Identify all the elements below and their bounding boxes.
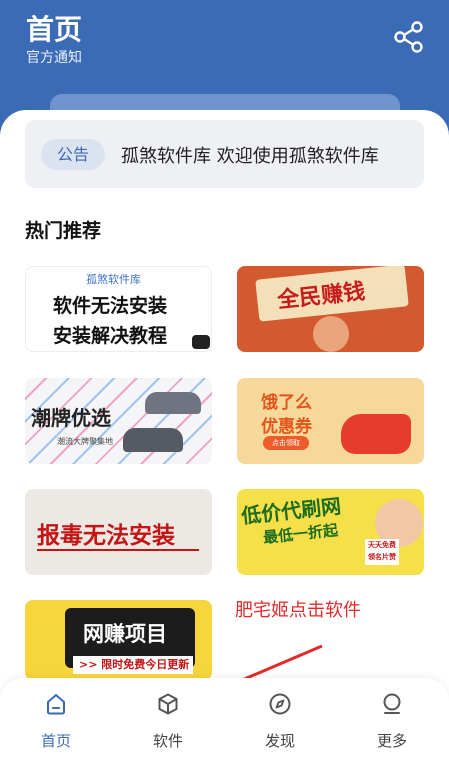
card-line1: 报毒无法安装 [37, 523, 175, 549]
shoe-image [145, 392, 201, 414]
card-line1: 潮牌优选 [31, 406, 111, 430]
underline [37, 549, 199, 551]
notice-text: 孤煞软件库 欢迎使用孤煞软件库 [121, 146, 379, 167]
section-title: 热门推荐 [25, 220, 102, 242]
page-title: 首页 [26, 13, 83, 46]
card-brand: 孤煞软件库 [86, 273, 141, 286]
tab-discover[interactable]: 发现 [224, 678, 336, 761]
compass-icon [269, 693, 291, 715]
card-line2: >> 限时免费今日更新 [73, 656, 193, 674]
scooter-image [341, 414, 411, 454]
home-icon [47, 694, 65, 715]
card-earn-money[interactable]: 全民赚钱 [237, 266, 424, 352]
cube-icon [158, 693, 178, 715]
card-line2: 优惠券 [261, 417, 312, 437]
tab-label: 发现 [264, 732, 295, 750]
tab-label: 首页 [40, 732, 71, 750]
card-cheap-boost[interactable]: 低价代刷网 最低一折起 天天免费领名片赞 [237, 489, 424, 575]
card-tag: 天天免费领名片赞 [365, 539, 399, 565]
card-line1: 网赚项目 [83, 622, 167, 646]
notice-bar[interactable]: 公告 孤煞软件库 欢迎使用孤煞软件库 [25, 120, 424, 188]
card-badge-icon [192, 335, 210, 349]
card-small-text: 潮流大牌聚集地 [57, 437, 113, 446]
card-trendy-brands[interactable]: 潮牌优选 潮流大牌聚集地 [25, 378, 212, 464]
bottom-tab-bar: 首页 软件 发现 更多 [0, 678, 449, 761]
card-line1: 饿了么 [261, 393, 312, 413]
card-button: 点击领取 [263, 436, 309, 450]
tab-label: 软件 [152, 732, 183, 750]
card-online-earning[interactable]: 网赚项目 >> 限时免费今日更新 [25, 600, 212, 680]
page-subtitle: 官方通知 [26, 50, 82, 66]
shoe-image [123, 428, 183, 452]
tab-software[interactable]: 软件 [112, 678, 224, 761]
card-figure-image [313, 316, 349, 352]
card-virus-warning[interactable]: 报毒无法安装 [25, 489, 212, 575]
tab-more[interactable]: 更多 [336, 678, 448, 761]
card-line1: 软件无法安装 [53, 295, 168, 317]
share-icon[interactable] [392, 20, 426, 54]
card-install-tutorial[interactable]: 孤煞软件库 软件无法安装 安装解决教程 [25, 266, 212, 352]
card-eleme-coupon[interactable]: 饿了么 优惠券 点击领取 [237, 378, 424, 464]
notice-badge: 公告 [41, 139, 105, 170]
promo-link[interactable]: 肥宅姬点击软件 [235, 596, 361, 622]
user-icon [383, 693, 401, 714]
tab-home[interactable]: 首页 [0, 678, 112, 761]
card-line2: 安装解决教程 [53, 325, 168, 347]
tab-label: 更多 [376, 732, 407, 750]
